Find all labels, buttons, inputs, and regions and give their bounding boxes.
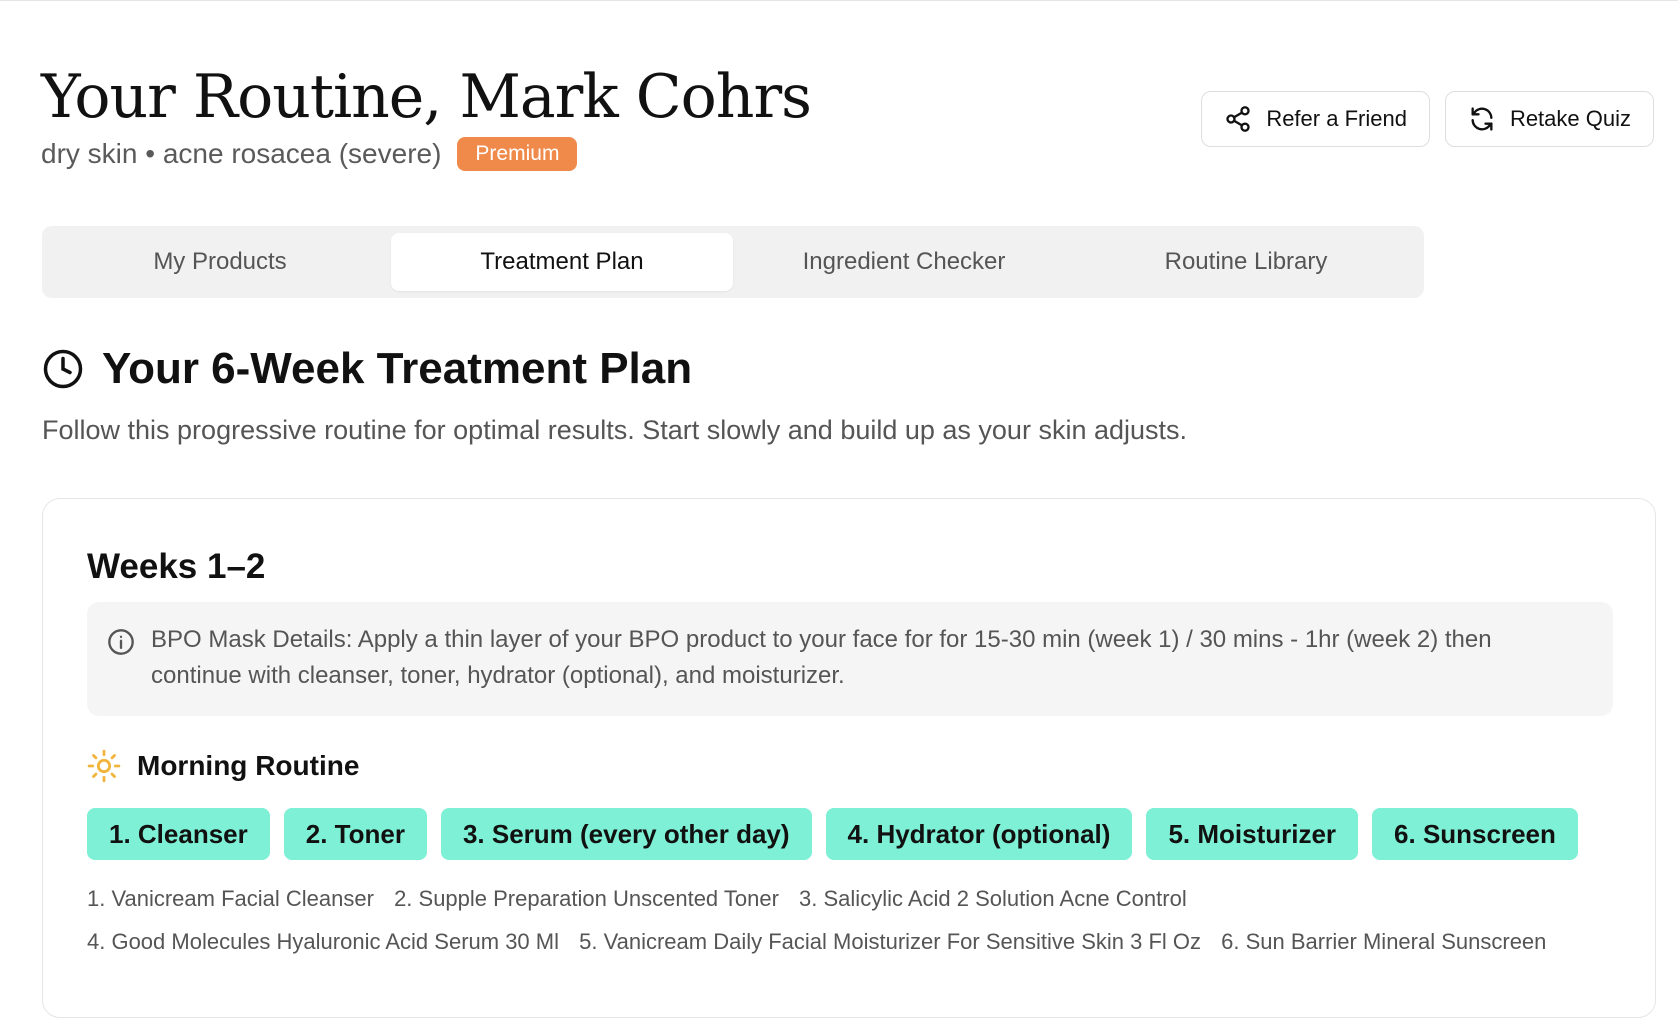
- plan-title: Your 6-Week Treatment Plan: [102, 344, 693, 393]
- clock-icon: [43, 349, 83, 389]
- refresh-icon: [1471, 107, 1493, 131]
- bpo-info-text: BPO Mask Details: Apply a thin layer of …: [151, 626, 1492, 689]
- tab-my-products[interactable]: My Products: [49, 233, 391, 291]
- routine-steps: 1. Cleanser 2. Toner 3. Serum (every oth…: [87, 808, 1578, 860]
- share-icon: [1226, 106, 1250, 132]
- step-cleanser[interactable]: 1. Cleanser: [87, 808, 270, 860]
- product-item: 5. Vanicream Daily Facial Moisturizer Fo…: [579, 929, 1202, 954]
- page-header: Your Routine, Mark Cohrs dry skin • acne…: [41, 59, 812, 171]
- product-item: 4. Good Molecules Hyaluronic Acid Serum …: [87, 929, 559, 954]
- step-sunscreen[interactable]: 6. Sunscreen: [1372, 808, 1578, 860]
- step-hydrator[interactable]: 4. Hydrator (optional): [825, 808, 1133, 860]
- premium-badge: Premium: [457, 137, 578, 171]
- subtitle-row: dry skin • acne rosacea (severe) Premium: [41, 137, 811, 171]
- tab-ingredient-checker[interactable]: Ingredient Checker: [733, 233, 1075, 291]
- tab-bar: My Products Treatment Plan Ingredient Ch…: [42, 226, 1424, 298]
- tab-routine-library[interactable]: Routine Library: [1075, 233, 1417, 291]
- product-item: 2. Supple Preparation Unscented Toner: [394, 886, 779, 911]
- refer-friend-label: Refer a Friend: [1266, 106, 1407, 131]
- weeks-card: Weeks 1–2 BPO Mask Details: Apply a thin…: [42, 498, 1656, 1018]
- header-actions: Refer a Friend Retake Quiz: [1201, 91, 1654, 147]
- plan-header: Your 6-Week Treatment Plan: [42, 344, 692, 394]
- retake-quiz-button[interactable]: Retake Quiz: [1444, 91, 1654, 147]
- morning-routine-header: Morning Routine: [87, 749, 359, 783]
- refer-friend-button[interactable]: Refer a Friend: [1201, 91, 1430, 147]
- retake-quiz-label: Retake Quiz: [1509, 106, 1631, 131]
- step-toner[interactable]: 2. Toner: [283, 808, 427, 860]
- tab-treatment-plan[interactable]: Treatment Plan: [391, 233, 733, 291]
- bpo-info-box: BPO Mask Details: Apply a thin layer of …: [87, 602, 1613, 716]
- plan-description: Follow this progressive routine for opti…: [42, 415, 1188, 445]
- sun-icon: [87, 749, 121, 783]
- step-serum[interactable]: 3. Serum (every other day): [440, 808, 812, 860]
- step-moisturizer[interactable]: 5. Moisturizer: [1146, 808, 1359, 860]
- morning-routine-title: Morning Routine: [137, 750, 360, 781]
- product-item: 1. Vanicream Facial Cleanser: [87, 886, 374, 911]
- skin-profile-text: dry skin • acne rosacea (severe): [41, 138, 442, 169]
- page-title: Your Routine, Mark Cohrs: [41, 62, 812, 132]
- info-icon: [108, 629, 134, 655]
- product-item: 3. Salicylic Acid 2 Solution Acne Contro…: [799, 886, 1187, 911]
- weeks-title: Weeks 1–2: [87, 547, 266, 586]
- product-item: 6. Sun Barrier Mineral Sunscreen: [1221, 929, 1547, 954]
- product-list: 1. Vanicream Facial Cleanser 2. Supple P…: [87, 877, 1647, 963]
